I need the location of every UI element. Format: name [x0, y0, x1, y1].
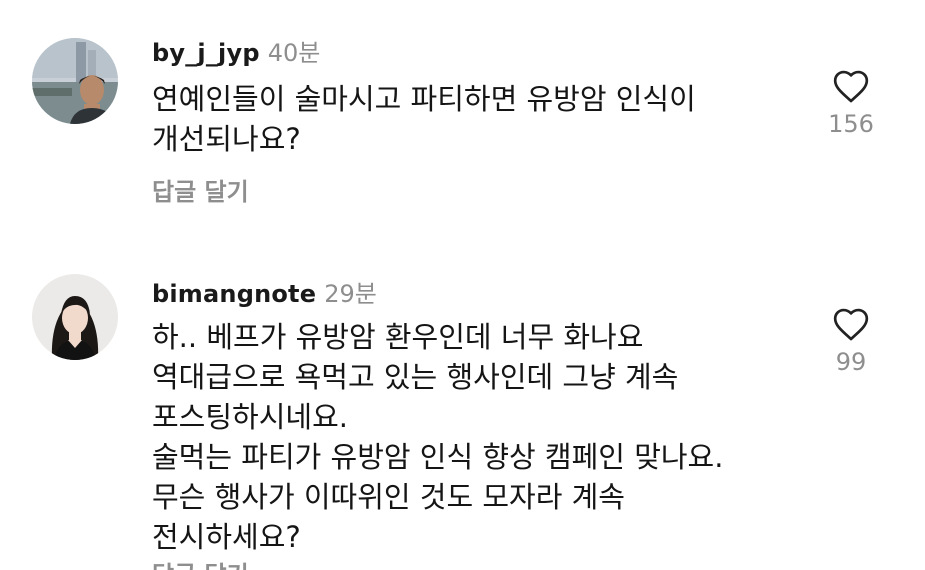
- comment-text-line: 술먹는 파티가 유방암 인식 향상 캠페인 맞나요.: [152, 440, 724, 474]
- like-button[interactable]: 99: [816, 306, 886, 376]
- comment-text-line: 전시하세요?: [152, 520, 301, 554]
- reply-button[interactable]: 답글 달기: [152, 172, 249, 207]
- comment-text-line: 하.. 베프가 유방암 환우인데 너무 화나요: [152, 320, 644, 354]
- comment-text: 연예인들이 술마시고 파티하면 유방암 인식이 개선되나요?: [152, 79, 812, 159]
- avatar[interactable]: [32, 38, 118, 124]
- like-count: 99: [835, 348, 867, 376]
- comment-header: by_j_jyp 40분: [152, 33, 320, 68]
- avatar[interactable]: [32, 274, 118, 360]
- comment-time: 29분: [324, 280, 377, 308]
- comment-time: 40분: [267, 39, 321, 67]
- comment-item: bimangnote 29분 하.. 베프가 유방암 환우인데 너무 화나요 역대…: [0, 250, 925, 570]
- comment-text-line: 역대급으로 욕먹고 있는 행사인데 그냥 계속: [152, 360, 679, 394]
- comment-text-line: 포스팅하시네요.: [152, 400, 348, 434]
- like-button[interactable]: 156: [816, 68, 886, 138]
- heart-outline-icon[interactable]: [832, 68, 870, 104]
- like-count: 156: [828, 110, 874, 138]
- comment-header: bimangnote 29분: [152, 274, 377, 309]
- comment-item: by_j_jyp 40분 연예인들이 술마시고 파티하면 유방암 인식이 개선되나…: [0, 0, 925, 250]
- comment-text-line: 개선되나요?: [152, 122, 301, 156]
- reply-button[interactable]: 답글 달기: [152, 560, 249, 570]
- username[interactable]: by_j_jyp: [152, 39, 260, 67]
- heart-outline-icon[interactable]: [832, 306, 870, 342]
- comment-text: 하.. 베프가 유방암 환우인데 너무 화나요 역대급으로 욕먹고 있는 행사인…: [152, 317, 812, 557]
- username[interactable]: bimangnote: [152, 280, 316, 308]
- comment-text-line: 연예인들이 술마시고 파티하면 유방암 인식이: [152, 82, 696, 116]
- comment-text-line: 무슨 행사가 이따위인 것도 모자라 계속: [152, 480, 625, 514]
